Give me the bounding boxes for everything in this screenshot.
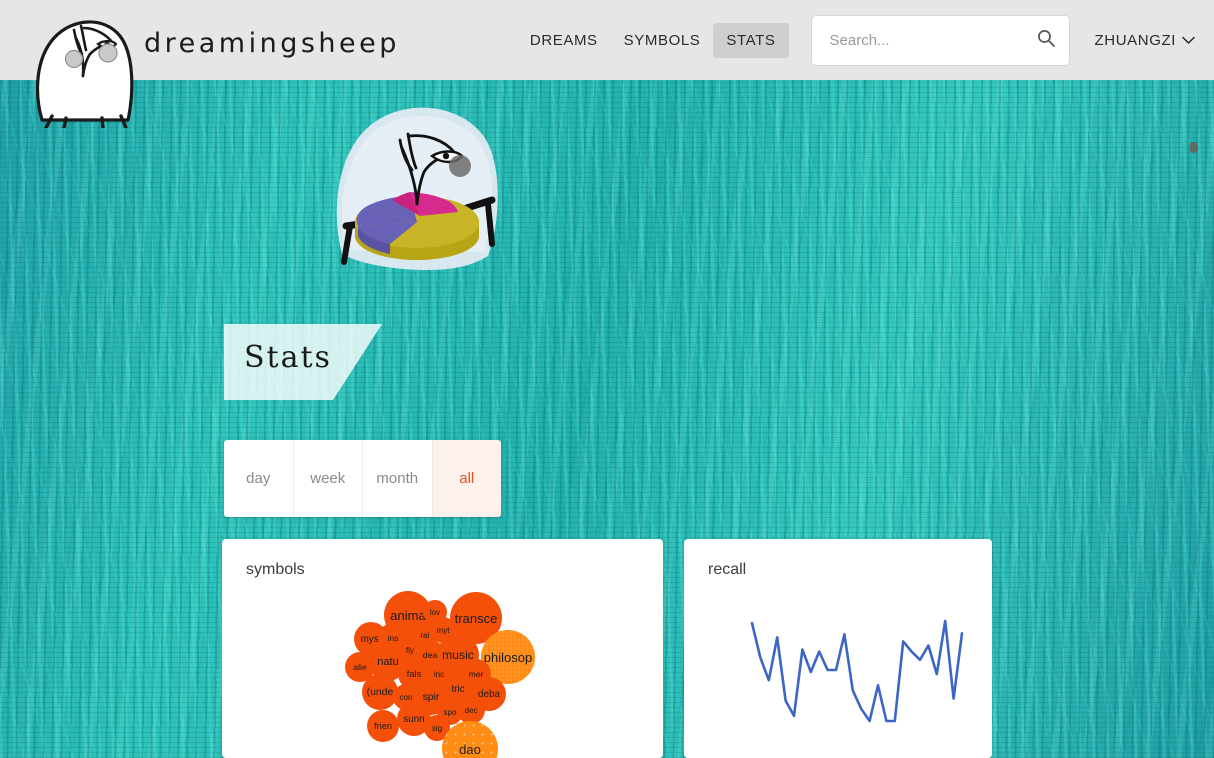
range-tab-month[interactable]: month [363,440,433,517]
bubble-label: transce [454,610,498,626]
bubble-label: fly [406,645,414,655]
nav-link-stats[interactable]: STATS [713,22,789,58]
bubble-label: sunn [403,713,425,725]
bubble-label: dec [464,705,478,715]
sheep-logo-icon[interactable] [28,8,138,130]
symbols-card: symbols anima lov transce myst ins rai myt fly d… [222,539,663,758]
bubble-label: spo [443,707,457,717]
range-tab-week[interactable]: week [293,440,363,517]
bubble-label: philosop [483,649,533,665]
sheep-pie-chart-illustration [332,104,502,292]
bubble-unde[interactable]: (unde [362,674,398,710]
bubble-label: anima [390,607,426,623]
symbols-bubble-chart[interactable]: anima lov transce myst ins rai myt fly dea music p… [222,539,663,758]
bubble-label: (unde [366,686,394,698]
bubble-label: rai [420,630,430,640]
range-tab-day[interactable]: day [224,440,294,517]
bubble-label: natu [377,656,399,668]
bubble-label: spir [422,691,440,703]
bubble-frien[interactable]: frien [367,710,399,742]
bubble-label: frien [373,721,393,731]
range-tab-all[interactable]: all [432,440,501,517]
bubble-label: deba [478,688,500,700]
site-header: dreamingsheep DREAMS SYMBOLS STATS ZHUAN… [0,0,1214,130]
range-tab-group: day week month all [224,440,501,517]
bubble-label: alie [353,662,367,672]
bubble-label: sig [431,723,443,733]
bubble-label: tric [451,683,465,695]
nav-link-dreams[interactable]: DREAMS [517,23,611,58]
search-box[interactable] [810,14,1070,66]
chevron-down-icon [1182,32,1195,49]
bubble-dec[interactable]: dec [457,696,485,724]
search-icon[interactable] [1036,28,1056,53]
nav-link-symbols[interactable]: SYMBOLS [611,23,714,58]
bubble-label: myt [436,625,450,635]
brand-wordmark[interactable]: dreamingsheep [144,28,400,59]
bubble-label: ins [387,633,399,643]
bubble-label: con [399,692,413,702]
user-menu[interactable]: ZHUANGZI [1095,32,1195,49]
bubble-label: lov [429,607,441,617]
page-title: Stats [244,340,332,375]
bubble-label: dao [459,741,481,757]
bubble-label: fals [406,669,422,679]
search-input[interactable] [827,30,1036,50]
bubble-label: inc [433,669,445,679]
main-navigation: DREAMS SYMBOLS STATS ZHUANGZI [517,0,1214,80]
recall-card: recall [684,539,992,758]
bubble-label: dea [422,650,438,660]
bubble-dao[interactable]: dao [442,721,498,758]
user-menu-label: ZHUANGZI [1094,31,1176,49]
recall-line-chart[interactable] [684,539,992,758]
